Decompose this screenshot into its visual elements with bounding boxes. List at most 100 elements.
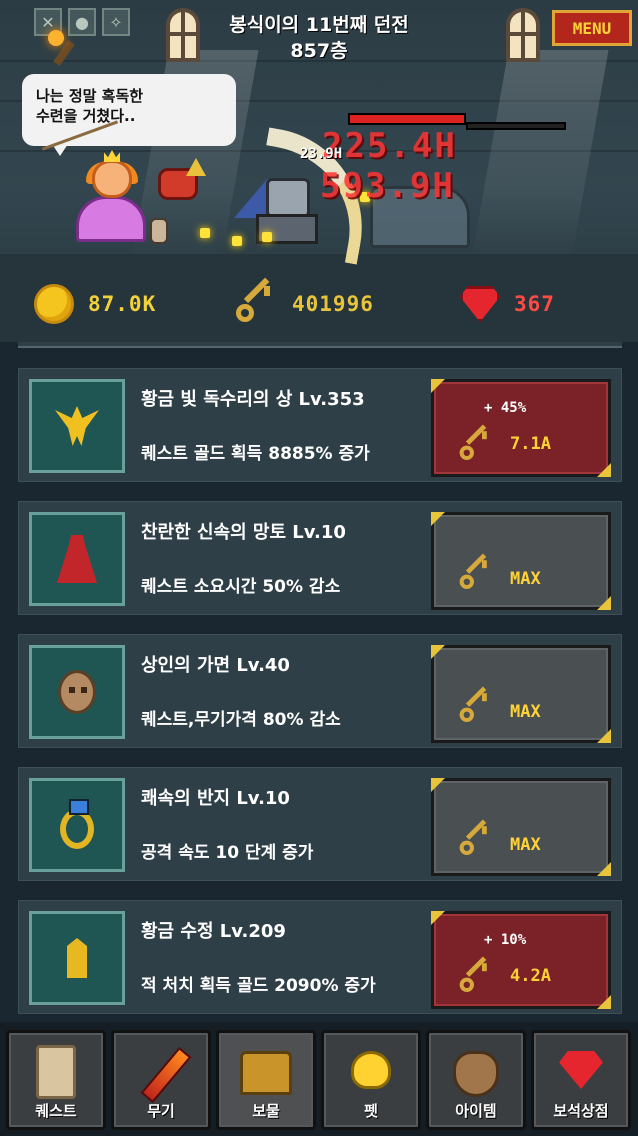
battle-scene: ✕ ● ✧ 봉식이의 11번째 던전 857층 MENU 나는 정말 혹독한 수… xyxy=(0,0,638,342)
key-counter: 401996 xyxy=(234,277,374,326)
speech-line-1: 나는 정말 혹독한 xyxy=(36,87,144,105)
upgrade-price: 4.2A xyxy=(510,966,551,986)
speech-bubble: 나는 정말 혹독한 수련을 거쳤다.. xyxy=(22,74,236,156)
button-corner xyxy=(431,778,445,792)
button-corner xyxy=(597,463,611,477)
dungeon-title: 봉식이의 11번째 던전 xyxy=(229,14,409,36)
treasure-item: 황금 빛 독수리의 상 Lv.353 퀘스트 골드 획득 8885% 증가 + … xyxy=(18,368,622,482)
damage-number: 225.4H xyxy=(322,126,457,166)
treasure-icon-box xyxy=(29,778,125,872)
lightning-spark xyxy=(232,236,242,246)
enemy-hp-bar xyxy=(348,113,466,125)
scroll-icon xyxy=(36,1045,76,1099)
list-item-partial xyxy=(18,342,622,348)
treasure-name: 황금 수정 Lv.209 xyxy=(141,921,286,942)
tab-chick[interactable]: 펫 xyxy=(321,1030,421,1130)
treasure-name: 상인의 가면 Lv.40 xyxy=(141,655,290,676)
gold-counter: 87.0K xyxy=(34,282,156,326)
window-light-beam xyxy=(471,50,609,260)
golden-crystal-icon xyxy=(67,938,87,978)
ruby-gem-icon xyxy=(460,286,500,322)
upgrade-button[interactable]: + 45% 7.1A xyxy=(431,379,611,477)
gold-coin-icon xyxy=(34,284,74,324)
button-corner xyxy=(597,596,611,610)
tab-icon-wrap xyxy=(240,1045,292,1095)
treasure-item: 찬란한 신속의 망토 Lv.10 퀘스트 소요시간 50% 감소 MAX xyxy=(18,501,622,615)
lightning-spark xyxy=(200,228,210,238)
max-level-button[interactable]: MAX xyxy=(431,512,611,610)
treasure-description: 퀘스트 소요시간 50% 감소 xyxy=(141,577,341,597)
tab-label: 보석상점 xyxy=(553,1102,609,1120)
button-corner xyxy=(431,512,445,526)
small-damage-number: 23.9H xyxy=(300,146,343,162)
key-icon xyxy=(458,424,493,463)
tab-label: 보물 xyxy=(252,1102,280,1120)
tab-label: 퀘스트 xyxy=(35,1102,77,1120)
button-corner xyxy=(597,729,611,743)
key-icon xyxy=(458,686,493,725)
button-corner xyxy=(431,645,445,659)
button-corner xyxy=(431,379,445,393)
merchant-mask-icon xyxy=(58,670,96,714)
upgrade-price: 7.1A xyxy=(510,434,551,454)
gem-counter: 367 xyxy=(460,282,555,326)
key-icon xyxy=(458,553,493,592)
golden-eagle-icon xyxy=(55,406,99,446)
treasure-list[interactable]: 황금 빛 독수리의 상 Lv.353 퀘스트 골드 획득 8885% 증가 + … xyxy=(0,342,638,1022)
upgrade-button[interactable]: + 10% 4.2A xyxy=(431,911,611,1009)
upgrade-price: MAX xyxy=(510,702,541,722)
damage-number: 593.9H xyxy=(320,166,455,206)
gem-icon xyxy=(559,1051,603,1089)
treasure-name: 황금 빛 독수리의 상 Lv.353 xyxy=(141,389,365,410)
lightning-spark xyxy=(262,232,272,242)
treasure-icon-box xyxy=(29,512,125,606)
enemy-hp-fill xyxy=(350,115,464,123)
treasure-name: 쾌속의 반지 Lv.10 xyxy=(141,788,290,809)
key-amount: 401996 xyxy=(292,292,374,316)
chick-icon xyxy=(351,1051,391,1089)
button-corner xyxy=(597,862,611,876)
treasure-description: 퀘스트,무기가격 80% 감소 xyxy=(141,710,341,730)
tab-label: 아이템 xyxy=(455,1102,497,1120)
tab-sword[interactable]: 무기 xyxy=(111,1030,211,1130)
treasure-item: 황금 수정 Lv.209 적 처치 획득 골드 2090% 증가 + 10% 4… xyxy=(18,900,622,1014)
tab-label: 무기 xyxy=(147,1102,175,1120)
gem-amount: 367 xyxy=(514,292,555,316)
tab-label: 펫 xyxy=(364,1102,378,1120)
treasure-icon-box xyxy=(29,379,125,473)
treasure-description: 공격 속도 10 단계 증가 xyxy=(141,843,314,863)
bag-icon xyxy=(453,1051,499,1097)
princess-character xyxy=(76,196,146,242)
treasure-item: 쾌속의 반지 Lv.10 공격 속도 10 단계 증가 MAX xyxy=(18,767,622,881)
key-icon xyxy=(234,277,278,326)
menu-button[interactable]: MENU xyxy=(552,10,632,46)
tab-icon-wrap xyxy=(140,1045,192,1105)
speech-line-2: 수련을 거쳤다.. xyxy=(36,107,136,125)
treasure-description: 퀘스트 골드 획득 8885% 증가 xyxy=(141,444,370,464)
tab-treasure-chest[interactable]: 보물 xyxy=(216,1030,316,1130)
key-icon xyxy=(458,956,493,995)
tab-icon-wrap xyxy=(36,1045,76,1099)
floor-number: 857층 xyxy=(290,40,348,62)
treasure-description: 적 처치 획득 골드 2090% 증가 xyxy=(141,976,376,996)
max-level-button[interactable]: MAX xyxy=(431,645,611,743)
key-icon xyxy=(458,819,493,858)
treasure-chest-icon xyxy=(240,1051,292,1095)
tab-icon-wrap xyxy=(351,1045,391,1089)
sword-icon xyxy=(140,1046,192,1104)
red-cloak-icon xyxy=(57,535,97,583)
small-pet xyxy=(150,218,168,244)
max-level-button[interactable]: MAX xyxy=(431,778,611,876)
princess-head xyxy=(92,160,132,198)
upgrade-price: MAX xyxy=(510,569,541,589)
treasure-icon-box xyxy=(29,911,125,1005)
swift-ring-icon xyxy=(60,799,94,849)
bottom-tab-bar: 퀘스트 무기 보물 펫 아이템 보석상점 xyxy=(0,1022,638,1136)
gold-amount: 87.0K xyxy=(88,292,157,316)
tab-gem[interactable]: 보석상점 xyxy=(531,1030,631,1130)
tab-scroll[interactable]: 퀘스트 xyxy=(6,1030,106,1130)
tab-bag[interactable]: 아이템 xyxy=(426,1030,526,1130)
treasure-item: 상인의 가면 Lv.40 퀘스트,무기가격 80% 감소 MAX xyxy=(18,634,622,748)
upgrade-percent: + 10% xyxy=(484,932,527,948)
upgrade-price: MAX xyxy=(510,835,541,855)
